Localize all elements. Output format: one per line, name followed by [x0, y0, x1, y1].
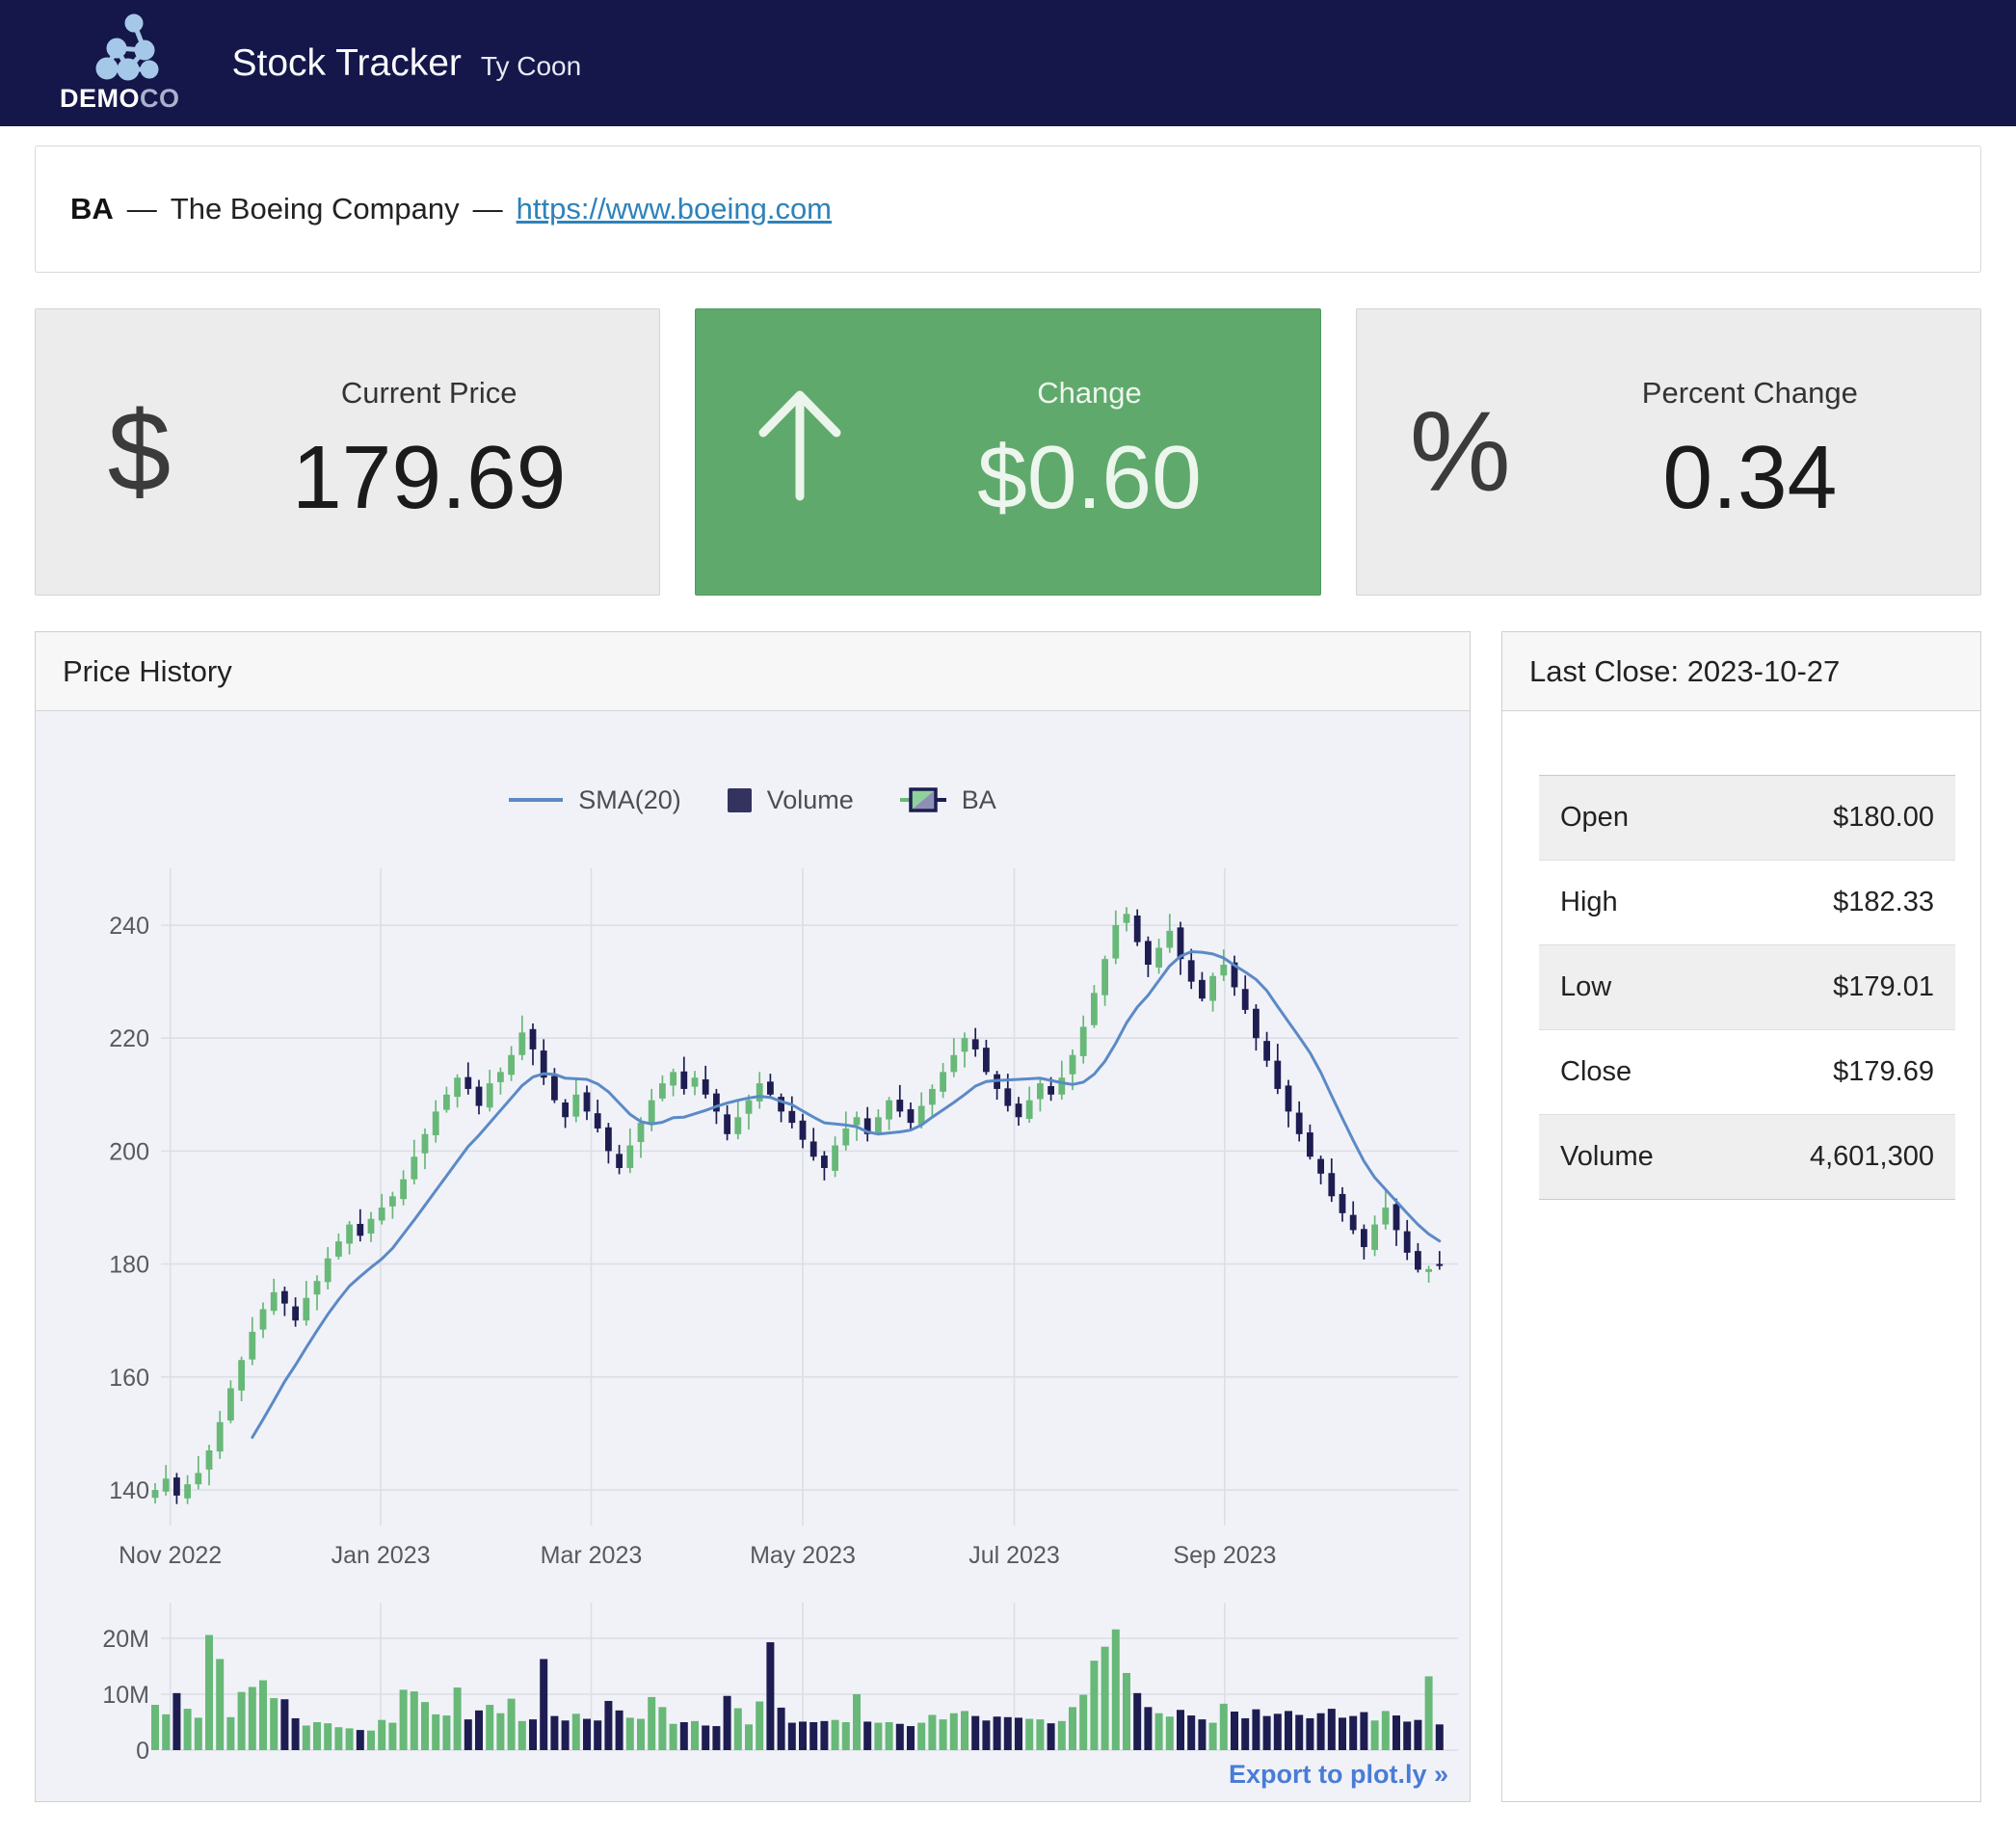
democo-brand: DEMOCO	[60, 13, 180, 114]
volume-axis-tick: 10M	[102, 1682, 149, 1709]
price-axis-tick: 240	[109, 913, 149, 940]
candlesticks	[152, 907, 1444, 1503]
stat-label: Change	[903, 376, 1275, 411]
date-axis-tick: Jan 2023	[332, 1542, 431, 1569]
volume-axis-tick: 20M	[102, 1626, 149, 1653]
table-row: Volume4,601,300	[1539, 1115, 1955, 1200]
main-panels: Price History 140 160 180 200 220 240 0 10M 20M N…	[35, 631, 1981, 1802]
app-title: Stock Tracker	[232, 42, 462, 85]
stat-label: Current Price	[243, 376, 615, 411]
brand-co: CO	[140, 84, 180, 113]
candlestick-volume-chart[interactable]: 140 160 180 200 220 240 0 10M 20M Nov 2022 Jan 202…	[36, 711, 1470, 1801]
price-axis-tick: 160	[109, 1365, 149, 1392]
stat-value: 0.34	[1564, 426, 1936, 529]
brand-wordmark: DEMOCO	[60, 84, 180, 114]
company-name: The Boeing Company	[171, 192, 460, 226]
row-label: High	[1539, 861, 1726, 945]
date-axis-tick: May 2023	[750, 1542, 856, 1569]
table-row: Close$179.69	[1539, 1030, 1955, 1115]
table-row: Low$179.01	[1539, 945, 1955, 1030]
molecule-logo-icon	[78, 13, 161, 83]
price-axis-tick: 180	[109, 1252, 149, 1279]
company-website-link[interactable]: https://www.boeing.com	[517, 192, 832, 226]
up-arrow-icon	[696, 383, 903, 521]
ohlcv-table: Open$180.00High$182.33Low$179.01Close$17…	[1539, 775, 1955, 1200]
stat-card-percent-change: % Percent Change 0.34	[1356, 308, 1981, 596]
volume-square-swatch	[728, 788, 752, 812]
row-label: Open	[1539, 776, 1726, 861]
stat-card-current-price: $ Current Price 179.69	[35, 308, 660, 596]
date-axis-tick: Mar 2023	[541, 1542, 643, 1569]
date-axis-tick: Nov 2022	[119, 1542, 222, 1569]
last-close-title: Last Close: 2023-10-27	[1502, 632, 1980, 711]
stat-card-change: Change $0.60	[695, 308, 1320, 596]
price-axis-tick: 200	[109, 1138, 149, 1165]
sma-line	[252, 952, 1440, 1438]
app-subtitle: Ty Coon	[481, 51, 581, 82]
row-label: Close	[1539, 1030, 1726, 1115]
navbar: DEMOCO Stock Tracker Ty Coon	[0, 0, 2016, 126]
legend-item-ba[interactable]: BA	[900, 784, 996, 815]
price-axis-tick: 140	[109, 1477, 149, 1504]
date-axis-tick: Jul 2023	[968, 1542, 1060, 1569]
row-value: $180.00	[1726, 776, 1955, 861]
ticker-symbol: BA	[70, 192, 114, 226]
chart-legend: SMA(20) Volume	[36, 784, 1470, 815]
stat-cards-row: $ Current Price 179.69 Change $0.60 % Pe…	[35, 308, 1981, 596]
stock-tracker-app: { "navbar": { "brand_bold": "DEMO", "bra…	[0, 0, 2016, 1833]
brand-demo: DEMO	[60, 84, 140, 113]
date-axis-tick: Sep 2023	[1173, 1542, 1276, 1569]
stat-value: 179.69	[243, 426, 615, 529]
separator-dash: —	[473, 192, 503, 226]
row-value: $182.33	[1726, 861, 1955, 945]
row-value: $179.69	[1726, 1030, 1955, 1115]
legend-item-sma[interactable]: SMA(20)	[509, 785, 681, 815]
volume-bars	[151, 1630, 1444, 1750]
legend-item-volume[interactable]: Volume	[728, 785, 854, 815]
gridlines	[161, 868, 1458, 1750]
price-history-panel: Price History 140 160 180 200 220 240 0 10M 20M N…	[35, 631, 1471, 1802]
stat-label: Percent Change	[1564, 376, 1936, 411]
export-to-plotly-link[interactable]: Export to plot.ly »	[1229, 1760, 1448, 1790]
row-value: $179.01	[1726, 945, 1955, 1030]
legend-label: Volume	[767, 785, 854, 815]
sma-line-swatch	[509, 798, 563, 802]
volume-axis-tick: 0	[136, 1738, 149, 1765]
row-value: 4,601,300	[1726, 1115, 1955, 1200]
table-row: High$182.33	[1539, 861, 1955, 945]
row-label: Low	[1539, 945, 1726, 1030]
price-axis-tick: 220	[109, 1025, 149, 1052]
last-close-panel: Last Close: 2023-10-27 Open$180.00High$1…	[1501, 631, 1981, 1802]
axis-tick-labels: 140 160 180 200 220 240 0 10M 20M Nov 2022 Jan 202…	[102, 913, 1276, 1765]
dollar-icon: $	[36, 395, 243, 509]
stat-value: $0.60	[903, 426, 1275, 529]
row-label: Volume	[1539, 1115, 1726, 1200]
legend-label: BA	[962, 785, 996, 815]
candlestick-swatch-icon	[900, 784, 946, 815]
price-history-title: Price History	[36, 632, 1470, 711]
price-history-chart-area: 140 160 180 200 220 240 0 10M 20M Nov 2022 Jan 202…	[36, 711, 1470, 1801]
legend-label: SMA(20)	[578, 785, 681, 815]
percent-icon: %	[1357, 395, 1564, 509]
ticker-summary-bar: BA — The Boeing Company — https://www.bo…	[35, 146, 1981, 273]
separator-dash: —	[127, 192, 157, 226]
table-row: Open$180.00	[1539, 776, 1955, 861]
